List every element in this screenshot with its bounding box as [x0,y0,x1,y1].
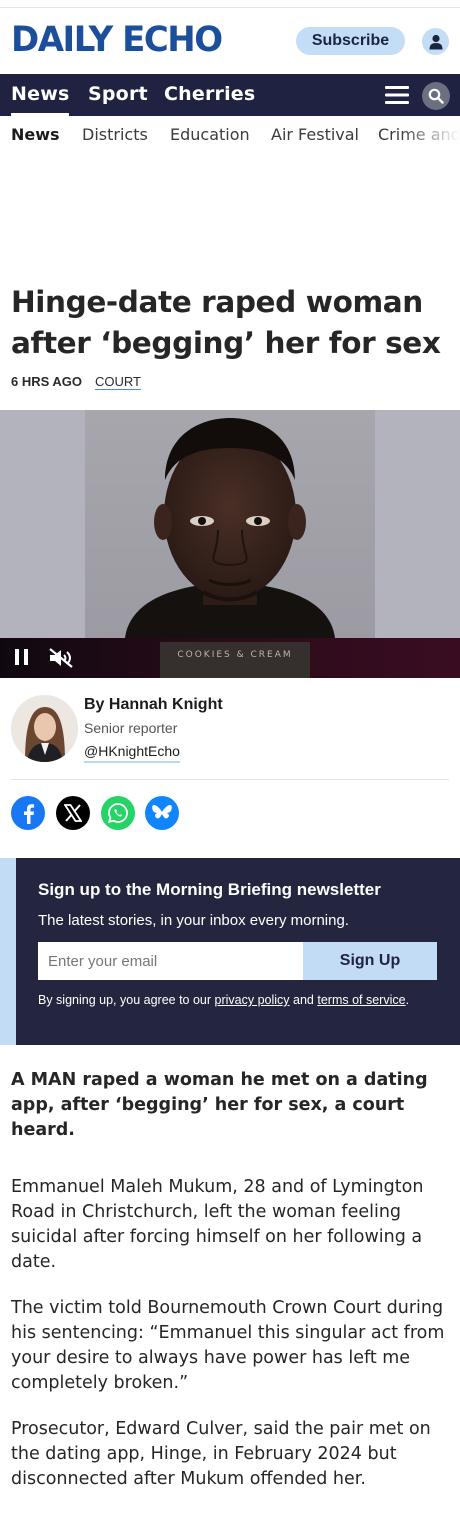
legal-and: and [289,993,318,1007]
x-icon [64,804,82,822]
primary-nav: News Sport Cherries [0,74,460,116]
privacy-policy-link[interactable]: privacy policy [215,993,290,1007]
newsletter-signup: Sign up to the Morning Briefing newslett… [0,858,460,1045]
bluesky-icon [152,805,172,819]
newsletter-signup-button[interactable]: Sign Up [303,942,437,980]
secondary-nav: News Districts Education Air Festival Cr… [0,116,460,156]
video-frame [85,410,375,638]
subnav-item-education[interactable]: Education [170,116,250,154]
search-icon [428,88,444,104]
user-icon [429,34,442,49]
masthead: DAILY ECHO Subscribe [0,8,460,74]
nav-item-news[interactable]: News [11,74,70,116]
newsletter-email-input[interactable]: Enter your email [38,942,303,980]
background-sign: COOKIES & CREAM [160,642,310,678]
newsletter-subtitle: The latest stories, in your inbox every … [38,912,349,929]
newsletter-panel: Sign up to the Morning Briefing newslett… [16,858,460,1045]
share-bluesky-button[interactable] [145,796,179,830]
newsletter-title: Sign up to the Morning Briefing newslett… [38,880,381,899]
mugshot-image [125,418,335,638]
legal-prefix: By signing up, you agree to our [38,993,215,1007]
hamburger-menu-icon[interactable] [385,85,409,105]
pause-icon[interactable] [14,648,30,666]
article-paragraph: Emmanuel Maleh Mukum, 28 and of Lymingto… [11,1177,424,1272]
share-whatsapp-button[interactable] [101,796,135,830]
subnav-fade [400,116,460,154]
subnav-item-districts[interactable]: Districts [82,116,148,154]
account-button[interactable] [422,28,449,55]
author-twitter-handle[interactable]: @HKnightEcho [84,743,180,763]
subnav-item-air-festival[interactable]: Air Festival [271,116,359,154]
author-role: Senior reporter [84,720,178,736]
video-player[interactable]: COOKIES & CREAM [0,410,460,678]
category-link[interactable]: COURT [95,374,141,389]
legal-suffix: . [405,993,410,1007]
subnav-item-news[interactable]: News [11,116,60,154]
site-logo[interactable]: DAILY ECHO [11,20,223,60]
author-photo [11,695,78,762]
share-facebook-button[interactable] [11,796,45,830]
author-divider [11,779,449,780]
author-avatar[interactable] [11,695,78,762]
article-headline: Hinge-date raped woman after ‘begging’ h… [11,285,441,360]
muted-speaker-icon[interactable] [48,647,74,669]
nav-item-sport[interactable]: Sport [88,74,148,116]
whatsapp-icon [107,803,128,824]
search-button[interactable] [422,82,450,110]
nav-item-cherries[interactable]: Cherries [164,74,255,116]
facebook-icon [24,804,35,824]
article-paragraph: The victim told Bournemouth Crown Court … [11,1298,445,1393]
newsletter-legal-text: By signing up, you agree to our privacy … [38,992,418,1009]
article-standfirst: A MAN raped a woman he met on a dating a… [11,1070,428,1140]
subscribe-button[interactable]: Subscribe [296,27,405,55]
article-paragraph: Prosecutor, Edward Culver, said the pair… [11,1419,431,1489]
top-strip [0,0,460,8]
share-x-button[interactable] [56,796,90,830]
publish-time: 6 HRS AGO [11,374,83,389]
terms-of-service-link[interactable]: terms of service [317,993,405,1007]
author-byline[interactable]: By Hannah Knight [84,696,223,714]
